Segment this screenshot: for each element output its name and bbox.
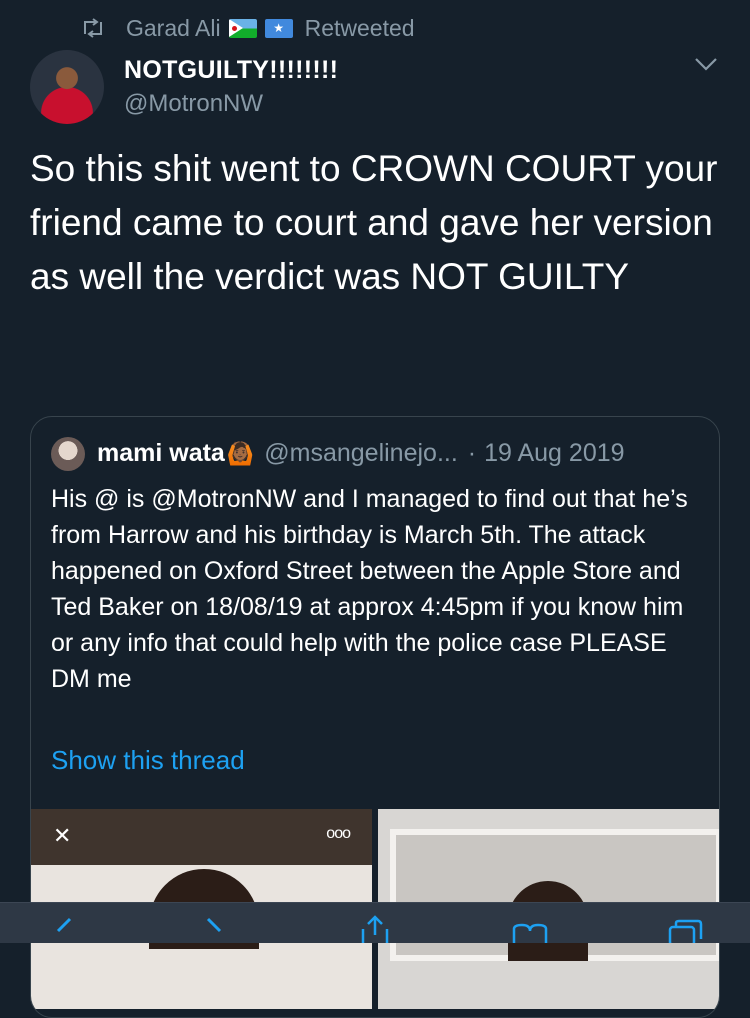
somalia-flag-icon: ★ <box>264 18 293 38</box>
chevron-down-icon[interactable] <box>694 56 718 72</box>
tabs-icon[interactable] <box>666 915 706 943</box>
tweet-text: So this shit went to CROWN COURT your fr… <box>30 148 718 297</box>
back-icon[interactable] <box>44 915 84 943</box>
bookmarks-icon[interactable] <box>510 915 550 943</box>
quoted-text: His @ is @MotronNW and I managed to find… <box>51 485 688 693</box>
quoted-avatar[interactable] <box>51 437 85 471</box>
share-icon[interactable] <box>355 915 395 943</box>
more-icon: ooo <box>326 825 351 842</box>
quoted-handle: @msangelinejo... <box>264 439 458 467</box>
author-avatar[interactable] <box>30 50 104 124</box>
browser-toolbar <box>0 902 750 943</box>
retweeted-label: Retweeted <box>304 14 415 41</box>
quoted-display-name: mami wata <box>97 439 225 467</box>
forward-icon[interactable] <box>194 915 234 943</box>
separator-dot: · <box>467 439 477 467</box>
quoted-header: mami wata 🙆🏾 @msangelinejo... · 19 Aug 2… <box>97 439 625 468</box>
media-top-bar <box>31 809 372 865</box>
show-thread-link[interactable]: Show this thread <box>51 745 245 776</box>
retweeter-name: Garad Ali <box>126 14 221 41</box>
close-icon: ✕ <box>53 823 72 848</box>
retweet-icon <box>84 18 102 38</box>
quoted-date: 19 Aug 2019 <box>484 439 625 467</box>
author-handle[interactable]: @MotronNW <box>124 90 263 118</box>
retweet-context[interactable]: Garad Ali ★ Retweeted <box>80 12 415 44</box>
djibouti-flag-icon <box>228 18 257 38</box>
person-gesturing-emoji-icon: 🙆🏾 <box>226 440 255 466</box>
author-display-name[interactable]: NOTGUILTY!!!!!!!! <box>124 56 338 85</box>
